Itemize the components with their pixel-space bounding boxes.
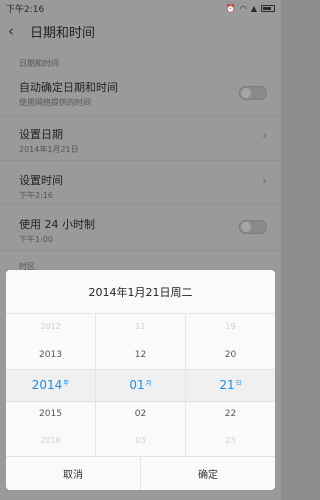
- chevron-right-icon: ›: [262, 128, 267, 142]
- wheel-item-selected[interactable]: 2014年: [6, 378, 95, 392]
- month-wheel[interactable]: 11 12 01月 02 03: [95, 314, 185, 456]
- wheel-item[interactable]: 12: [96, 350, 185, 360]
- battery-icon: [261, 4, 275, 12]
- year-wheel[interactable]: 2012 2013 2014年 2015 2016: [6, 314, 95, 456]
- row-subtitle: 下午2:16: [19, 191, 53, 200]
- wheel-item-selected[interactable]: 01月: [96, 378, 185, 392]
- dialog-title: 2014年1月21日周二: [6, 270, 275, 314]
- day-wheel[interactable]: 19 20 21日 22 23: [185, 314, 275, 456]
- use-24h-toggle[interactable]: [239, 220, 267, 234]
- status-bar: 下午2:16 ⏰ ◠ ▲: [0, 0, 281, 16]
- wheel-item[interactable]: 23: [186, 436, 275, 445]
- auto-datetime-row[interactable]: 自动确定日期和时间 使用网络提供的时间: [0, 74, 281, 116]
- page-title: 日期和时间: [30, 25, 96, 41]
- wheel-item[interactable]: 02: [96, 409, 185, 419]
- back-arrow-icon[interactable]: ‹: [8, 22, 26, 40]
- wheel-item[interactable]: 20: [186, 350, 275, 360]
- status-time: 下午2:16: [6, 4, 45, 15]
- date-picker: 2012 2013 2014年 2015 2016 11 12 01月 02 0…: [6, 314, 275, 456]
- date-picker-dialog: 2014年1月21日周二 2012 2013 2014年 2015 2016 1…: [6, 270, 275, 490]
- wheel-item[interactable]: 2015: [6, 409, 95, 419]
- wheel-item[interactable]: 19: [186, 322, 275, 331]
- use-24h-row[interactable]: 使用 24 小时制 下午1:00: [0, 204, 281, 248]
- wheel-item-selected[interactable]: 21日: [186, 378, 275, 392]
- row-title: 设置时间: [19, 174, 63, 187]
- status-icons: ⏰ ◠ ▲: [226, 4, 275, 13]
- section-label: 日期和时间: [19, 59, 59, 68]
- wifi-icon: ◠: [239, 3, 247, 13]
- signal-icon: ▲: [250, 3, 257, 13]
- cancel-button[interactable]: 取消: [6, 457, 140, 490]
- set-time-row[interactable]: 设置时间 下午2:16 ›: [0, 160, 281, 204]
- wheel-item[interactable]: 03: [96, 436, 185, 445]
- row-title: 设置日期: [19, 128, 63, 141]
- wheel-item[interactable]: 2016: [6, 436, 95, 445]
- row-subtitle: 2014年1月21日: [19, 145, 79, 154]
- alarm-icon: ⏰: [225, 3, 236, 13]
- set-date-row[interactable]: 设置日期 2014年1月21日 ›: [0, 116, 281, 160]
- title-bar: ‹ 日期和时间: [0, 16, 281, 46]
- wheel-item[interactable]: 2013: [6, 350, 95, 360]
- confirm-button[interactable]: 确定: [140, 457, 275, 490]
- dialog-actions: 取消 确定: [6, 456, 275, 490]
- divider: [0, 250, 281, 251]
- wheel-item[interactable]: 22: [186, 409, 275, 419]
- wheel-item[interactable]: 11: [96, 322, 185, 331]
- row-subtitle: 下午1:00: [19, 235, 53, 244]
- auto-datetime-toggle[interactable]: [239, 86, 267, 100]
- wheel-item[interactable]: 2012: [6, 322, 95, 331]
- chevron-right-icon: ›: [262, 174, 267, 188]
